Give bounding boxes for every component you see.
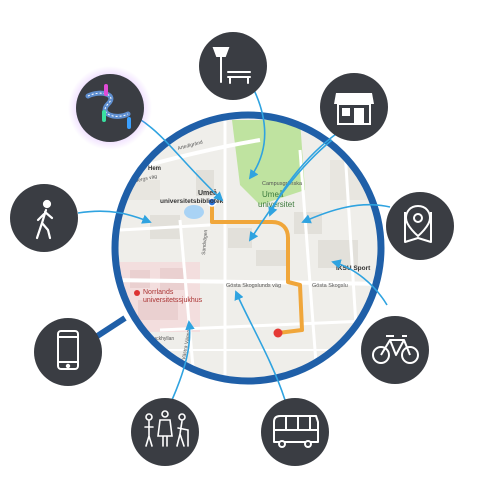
hospital-label-2: universitetssjukhus [143,297,203,304]
diagram-canvas: Umeå universitetsbibliotek Umeå universi… [10,32,454,466]
gosta-vag-label: Gösta Skogslunds väg [226,283,281,289]
people-icon[interactable] [131,398,199,466]
route-icon[interactable] [68,66,152,150]
walking-person-icon[interactable] [10,184,78,252]
library-label-2: universitetsbibliotek [160,198,224,205]
pond [184,205,204,219]
destination-marker [273,328,283,338]
bicycle-icon[interactable] [361,316,429,384]
street-lamp-bench-icon[interactable] [199,32,267,100]
hem-label: Hem [148,166,161,172]
bus-icon[interactable] [261,398,329,466]
smartphone-icon[interactable] [34,318,102,386]
gosta-short-label: Gösta Skogslu [312,283,348,289]
map-pin-icon[interactable] [386,192,454,260]
shop-icon[interactable] [320,73,388,141]
campus-label: Campusgrönska [262,181,303,187]
hospital-marker [134,290,140,296]
hospital-label-1: Norrlands [143,289,174,296]
